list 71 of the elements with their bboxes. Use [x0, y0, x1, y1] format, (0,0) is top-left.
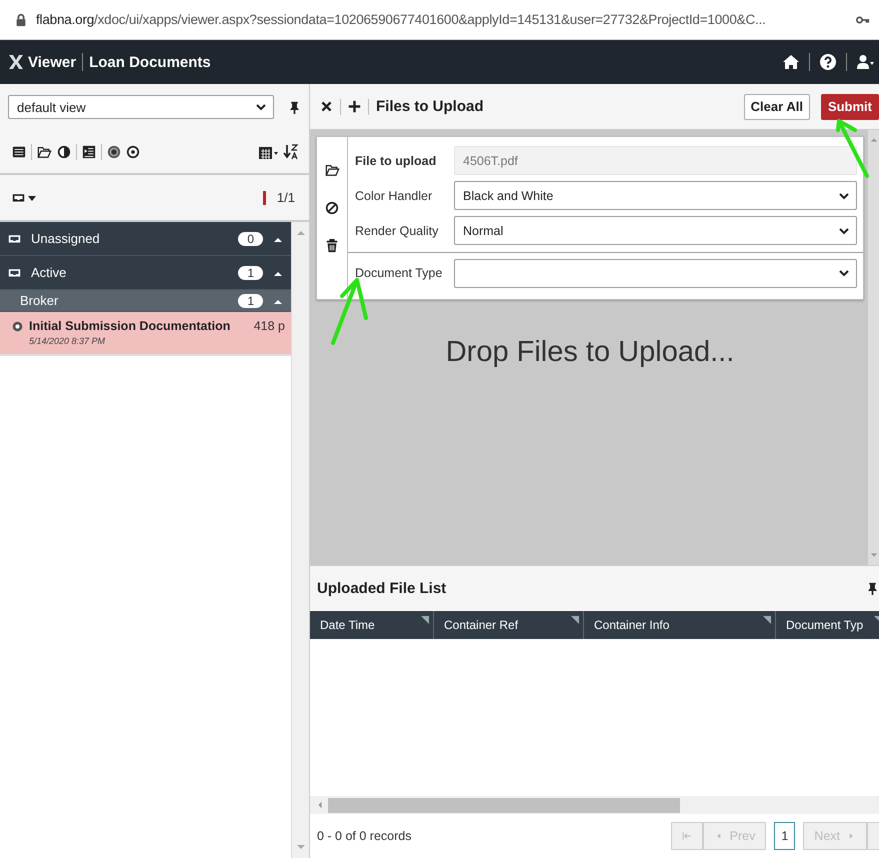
column-menu-icon [763, 616, 771, 624]
group-label: Broker [20, 293, 58, 308]
lock-icon [14, 12, 28, 26]
help-icon [820, 54, 836, 70]
field-label: File to upload [355, 154, 438, 168]
folder-open-icon [37, 144, 52, 158]
home-icon [783, 54, 799, 70]
field-label: Render Quality [355, 224, 440, 238]
add-icon [348, 100, 361, 113]
contrast-icon [57, 144, 71, 158]
close-icon [320, 100, 333, 113]
panel-title: Files to Upload [376, 98, 484, 115]
select-field[interactable]: Normal [454, 216, 857, 245]
view-select[interactable]: default view [8, 95, 274, 119]
record-count: 0 - 0 of 0 records [317, 829, 412, 843]
app-name: Viewer [28, 54, 76, 70]
column-header[interactable]: Container Ref [434, 611, 584, 639]
scrollbar[interactable] [291, 222, 309, 858]
folder-open-icon [324, 163, 340, 177]
column-header[interactable]: Document Typ [776, 611, 879, 639]
horizontal-scrollbar[interactable] [310, 796, 879, 814]
count-badge: 0 [238, 232, 263, 246]
annotation-arrow [836, 119, 869, 178]
document-title: Initial Submission Documentation [29, 319, 230, 333]
annotation-arrow [331, 278, 368, 345]
group-row[interactable]: Unassigned 0 [0, 222, 291, 256]
column-menu-icon [421, 616, 429, 624]
x-logo-icon [8, 54, 24, 70]
scroll-left-icon [316, 801, 324, 809]
column-menu-icon [571, 616, 579, 624]
scroll-down-icon [870, 551, 878, 559]
trash-icon [325, 239, 339, 253]
field-label: Color Handler [355, 188, 434, 202]
subgroup-row[interactable]: Broker 1 [0, 290, 291, 312]
group-row[interactable]: Active 1 [0, 256, 291, 290]
pin-icon [288, 100, 301, 114]
scrollbar[interactable] [868, 130, 879, 565]
concentric-circle-icon [107, 144, 121, 158]
document-item[interactable]: Initial Submission Documentation 418 p 5/14/2020 8:37 PM [0, 312, 291, 356]
target-icon [126, 144, 140, 158]
column-header[interactable]: Container Info [584, 611, 776, 639]
address-text[interactable]: flabna.org/xdoc/ui/xapps/viewer.aspx?sessiondata=10206590677401600&applyId=145131&user=27732&ProjectId=1000&C... [36, 12, 847, 27]
pin-icon [866, 580, 879, 596]
count-badge: 1 [238, 266, 263, 280]
column-header[interactable]: Date Time [310, 611, 434, 639]
indent-icon [82, 144, 96, 158]
count-badge: 1 [238, 294, 263, 308]
prohibited-icon [325, 201, 339, 215]
list-view-icon [12, 144, 26, 158]
scroll-up-icon [296, 228, 306, 238]
page-title: Loan Documents [89, 54, 211, 70]
select-field[interactable] [454, 258, 857, 288]
group-label: Unassigned [31, 231, 100, 246]
page-number-button[interactable]: 1 [774, 822, 796, 850]
field-label: Document Type [355, 266, 444, 280]
user-menu-icon [857, 54, 875, 70]
clear-button[interactable]: Clear All [744, 94, 810, 120]
list-title: Uploaded File List [317, 580, 446, 596]
sort-za-icon [283, 144, 299, 160]
document-date: 5/14/2020 8:37 PM [28, 336, 106, 346]
scroll-down-icon [296, 842, 306, 852]
scroll-up-icon [870, 136, 878, 144]
select-field[interactable]: Black and White [454, 181, 857, 210]
submit-button[interactable]: Submit [820, 94, 879, 120]
page-count: 418 p [254, 319, 285, 333]
caret-icon [28, 194, 36, 202]
first-page-icon [680, 830, 693, 842]
document-count: 1/1 [276, 190, 295, 205]
file-name-field: 4506T.pdf [454, 146, 857, 175]
group-label: Active [31, 265, 66, 280]
drop-zone-text: Drop Files to Upload... [446, 336, 734, 369]
